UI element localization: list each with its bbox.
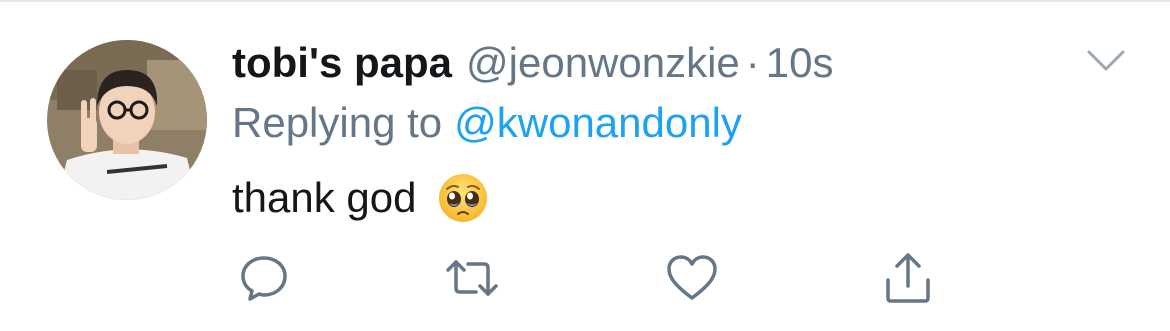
- top-divider: [0, 0, 1170, 2]
- user-handle[interactable]: @jeonwonzkie: [466, 39, 740, 87]
- replying-to: Replying to @kwonandonly: [232, 98, 742, 148]
- replying-to-mention[interactable]: @kwonandonly: [454, 99, 742, 147]
- reply-icon[interactable]: [236, 250, 292, 306]
- avatar[interactable]: [47, 40, 207, 200]
- chevron-down-icon[interactable]: [1086, 48, 1126, 74]
- separator-dot: ·: [745, 39, 760, 86]
- tweet-body: thank god: [232, 170, 489, 226]
- display-name[interactable]: tobi's papa: [232, 39, 452, 87]
- pleading-face-emoji: [438, 174, 487, 222]
- tweet-text: thank god: [232, 174, 417, 221]
- tweet-header: tobi's papa @jeonwonzkie · 10s: [232, 38, 834, 88]
- share-icon[interactable]: [880, 250, 936, 306]
- retweet-icon[interactable]: [444, 250, 500, 306]
- replying-to-label: Replying to: [232, 99, 443, 146]
- heart-icon[interactable]: [664, 250, 720, 306]
- timestamp[interactable]: 10s: [766, 39, 834, 87]
